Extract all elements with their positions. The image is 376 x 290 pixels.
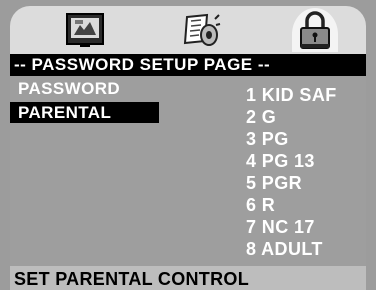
rating-option-g[interactable]: 2 G (246, 106, 276, 128)
rating-option-pg[interactable]: 3 PG (246, 128, 289, 150)
rating-option-kid-saf[interactable]: 1 KID SAF (246, 84, 337, 106)
status-bar: SET PARENTAL CONTROL (10, 266, 366, 290)
rating-option-adult[interactable]: 8 ADULT (246, 238, 323, 260)
dvd-setup-screen: -- PASSWORD SETUP PAGE -- PASSWORD PAREN… (0, 0, 376, 290)
menu-item-parental[interactable]: PARENTAL (10, 102, 159, 123)
rating-option-pgr[interactable]: 5 PGR (246, 172, 302, 194)
setup-tab-bar (10, 6, 366, 54)
general-setup-icon (66, 13, 104, 47)
tab-password-setup[interactable] (292, 8, 338, 52)
page-title: -- PASSWORD SETUP PAGE -- (10, 54, 366, 76)
setup-panel: PASSWORD PARENTAL 1 KID SAF 2 G 3 PG 4 P… (10, 76, 366, 266)
audio-setup-icon (183, 13, 221, 46)
menu-item-password[interactable]: PASSWORD (10, 78, 120, 99)
rating-option-nc17[interactable]: 7 NC 17 (246, 216, 315, 238)
tab-general-setup[interactable] (62, 8, 108, 52)
rating-option-pg13[interactable]: 4 PG 13 (246, 150, 315, 172)
rating-option-r[interactable]: 6 R (246, 194, 275, 216)
lock-icon (300, 11, 330, 49)
tab-audio-setup[interactable] (178, 8, 224, 52)
